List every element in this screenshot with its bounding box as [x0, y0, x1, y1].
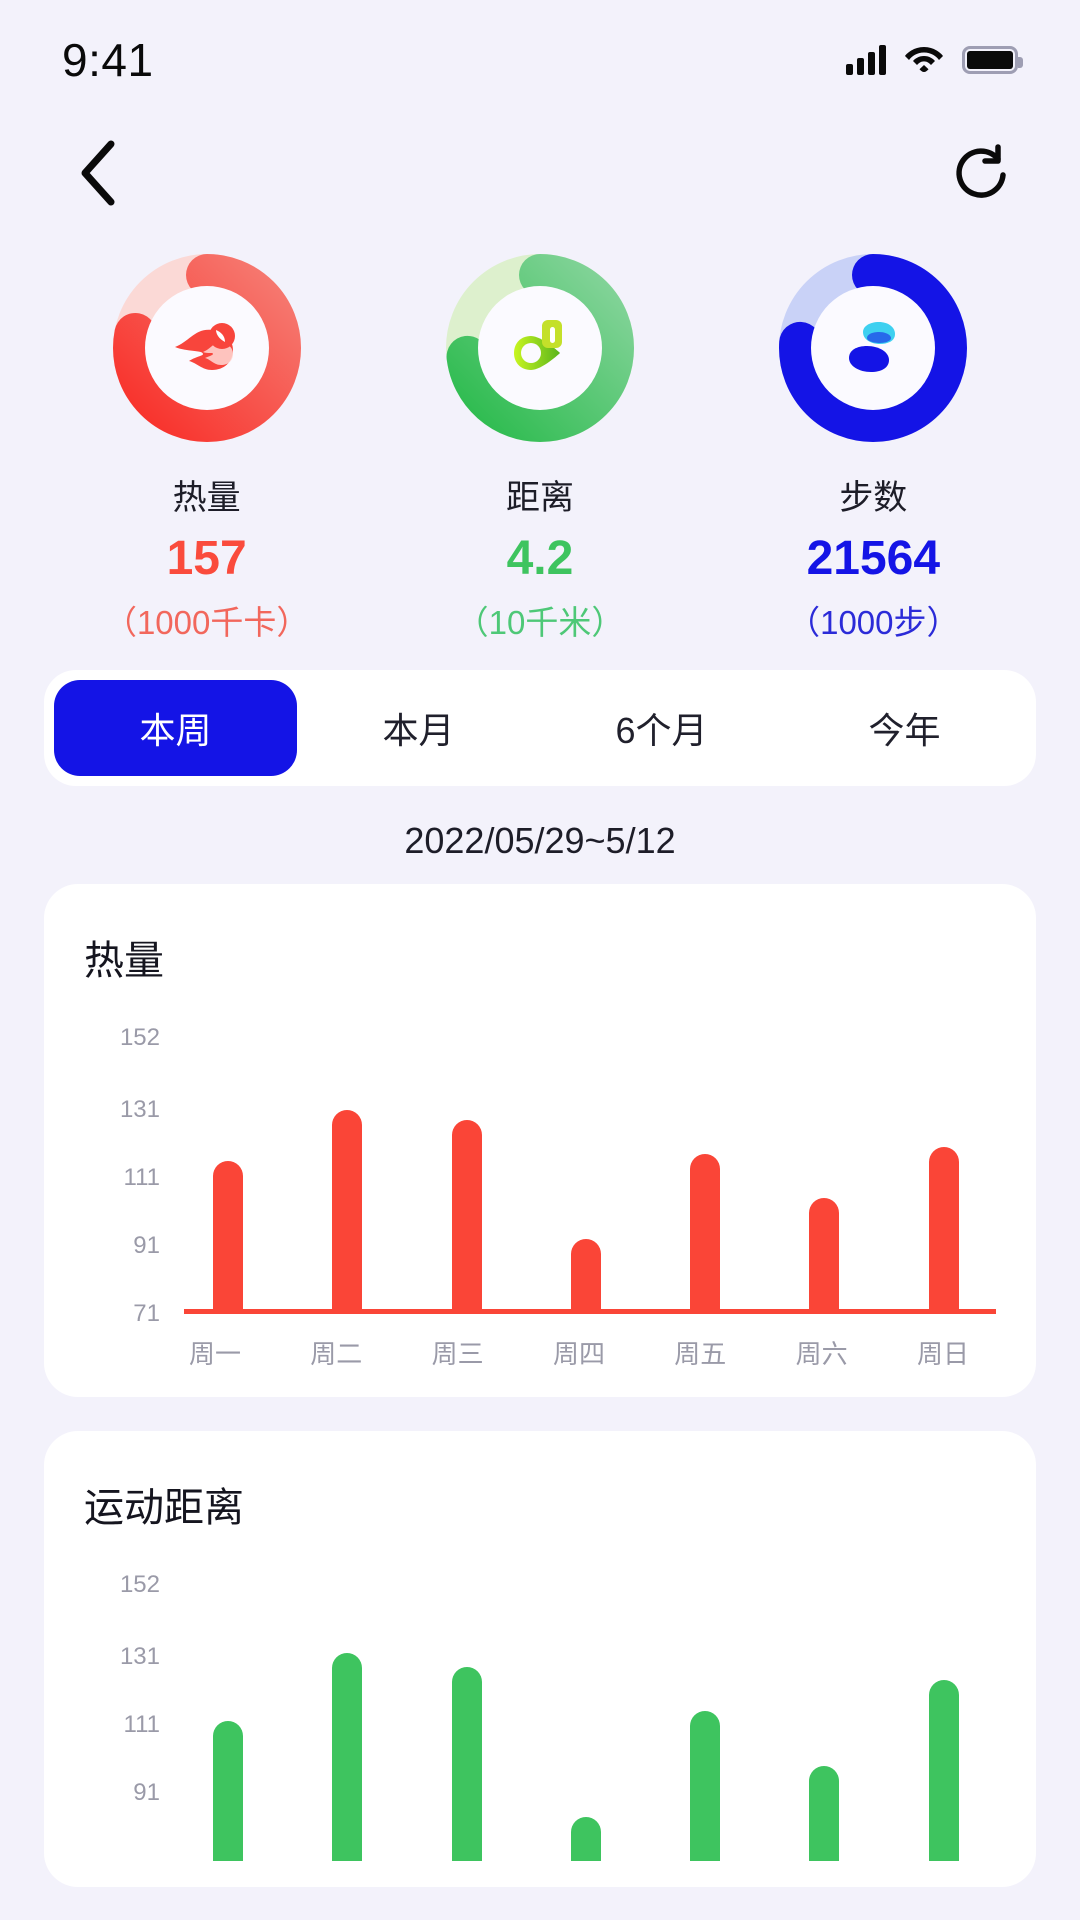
chart-plot-distance: 152 131 111 91 [98, 1571, 996, 1861]
refresh-icon [951, 142, 1013, 209]
tab-six-months[interactable]: 6个月 [540, 680, 783, 776]
chart-bar[interactable] [809, 1765, 840, 1861]
chart-bar[interactable] [928, 1680, 959, 1861]
chart-bar[interactable] [332, 1109, 363, 1314]
bar-group-distance [184, 1585, 988, 1861]
ring-value-calories: 157 [166, 532, 247, 585]
bar-slot[interactable] [780, 1585, 868, 1861]
bar-slot[interactable] [542, 1038, 630, 1314]
y-tick-label: 91 [133, 1778, 160, 1806]
chart-bar[interactable] [451, 1119, 482, 1314]
chart-bar[interactable] [690, 1711, 721, 1861]
date-range-label: 2022/05/29~5/12 [404, 820, 676, 861]
ring-unit-distance: （10千米） [455, 604, 625, 641]
ring-metric-steps[interactable]: 步数 21564 （1000步） [743, 254, 1003, 644]
x-tick-label: 周三 [431, 1339, 484, 1369]
bar-slot[interactable] [184, 1038, 272, 1314]
flame-icon [167, 308, 247, 388]
chart-card-calories: 热量 152 131 111 91 71 周一 周二 周三 周四 周五 周六 周日 [44, 884, 1036, 1397]
chart-bar[interactable] [570, 1816, 601, 1861]
wifi-icon [904, 43, 944, 78]
summary-rings: 热量 157 （1000千卡） 距离 4.2 （10千米） 步数 21564 （… [0, 230, 1080, 644]
y-axis-calories: 152 131 111 91 71 [98, 1024, 172, 1327]
bar-group-calories [184, 1038, 988, 1314]
chart-bar[interactable] [928, 1147, 959, 1314]
status-icons [846, 43, 1023, 78]
y-tick-label: 131 [119, 1642, 160, 1670]
chart-bar[interactable] [213, 1721, 244, 1861]
bar-slot[interactable] [900, 1585, 988, 1861]
x-axis-calories: 周一 周二 周三 周四 周五 周六 周日 [170, 1314, 988, 1371]
ring-label-steps: 步数 [839, 479, 908, 517]
bar-slot[interactable] [661, 1038, 749, 1314]
y-axis-distance: 152 131 111 91 [98, 1571, 172, 1861]
x-tick-label: 周六 [795, 1339, 848, 1369]
tab-this-week[interactable]: 本周 [54, 680, 297, 776]
bar-slot[interactable] [303, 1585, 391, 1861]
x-tick-label: 周四 [552, 1339, 605, 1369]
ring-metric-distance[interactable]: 距离 4.2 （10千米） [410, 254, 670, 644]
y-tick-label: 152 [119, 1024, 160, 1051]
x-tick-label: 周二 [310, 1339, 363, 1369]
bar-slot[interactable] [780, 1038, 868, 1314]
ring-unit-calories: （1000千卡） [103, 604, 310, 641]
bar-slot[interactable] [423, 1038, 511, 1314]
bar-slot[interactable] [542, 1585, 630, 1861]
chart-card-distance: 运动距离 152 131 111 91 [44, 1431, 1036, 1887]
bar-slot[interactable] [423, 1585, 511, 1861]
chart-bar[interactable] [809, 1198, 840, 1314]
runner-location-icon [500, 308, 580, 388]
status-time: 9:41 [62, 34, 154, 86]
chart-title-calories: 热量 [84, 939, 164, 983]
chart-bar[interactable] [690, 1153, 721, 1314]
bar-slot[interactable] [184, 1585, 272, 1861]
chart-title-distance: 运动距离 [84, 1486, 244, 1530]
y-tick-label: 111 [123, 1163, 160, 1191]
x-axis-line-calories [184, 1309, 996, 1314]
distance-ring [445, 254, 634, 442]
bar-slot[interactable] [303, 1038, 391, 1314]
y-tick-label: 111 [123, 1710, 160, 1738]
period-tabs-wrapper: 本周 本月 6个月 今年 [0, 644, 1080, 786]
chart-bar[interactable] [451, 1666, 482, 1861]
nav-bar [0, 120, 1080, 230]
calorie-ring-center [144, 286, 269, 410]
y-tick-label: 131 [119, 1095, 160, 1123]
ring-value-distance: 4.2 [506, 532, 574, 585]
x-tick-label: 周日 [916, 1339, 969, 1369]
shoe-steps-icon [833, 308, 913, 388]
back-chevron-icon [75, 138, 121, 213]
calorie-ring [112, 254, 301, 442]
y-tick-label: 152 [119, 1571, 160, 1598]
x-tick-label: 周一 [188, 1339, 241, 1369]
chart-bar[interactable] [213, 1160, 244, 1314]
back-button[interactable] [58, 135, 138, 215]
status-bar: 9:41 [0, 0, 1080, 120]
chart-bar[interactable] [332, 1653, 363, 1861]
refresh-button[interactable] [942, 135, 1022, 215]
x-tick-label: 周五 [674, 1339, 727, 1369]
ring-unit-steps: （1000步） [787, 604, 960, 641]
bar-slot[interactable] [661, 1585, 749, 1861]
tab-this-month[interactable]: 本月 [297, 680, 540, 776]
steps-ring [779, 254, 968, 442]
tab-this-year[interactable]: 今年 [783, 680, 1026, 776]
chart-bar[interactable] [570, 1239, 601, 1314]
y-tick-label: 91 [133, 1231, 160, 1259]
chart-plot-calories: 152 131 111 91 71 [98, 1024, 996, 1327]
ring-label-distance: 距离 [505, 479, 574, 517]
ring-metric-calories[interactable]: 热量 157 （1000千卡） [77, 254, 337, 644]
distance-ring-center [477, 286, 602, 410]
y-tick-label: 71 [133, 1300, 160, 1327]
ring-value-steps: 21564 [806, 532, 941, 585]
bar-slot[interactable] [900, 1038, 988, 1314]
cellular-signal-icon [846, 45, 886, 75]
period-tab-bar: 本周 本月 6个月 今年 [44, 670, 1036, 786]
battery-icon [962, 46, 1023, 74]
ring-label-calories: 热量 [172, 479, 241, 517]
steps-ring-center [811, 286, 936, 410]
